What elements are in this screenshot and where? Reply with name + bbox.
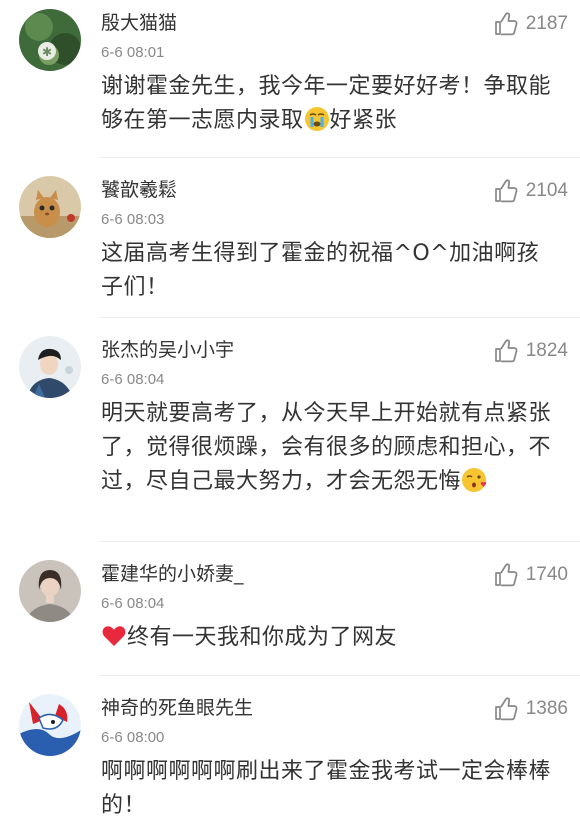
like-count: 2187 [525,13,568,34]
timestamp: 6-6 08:04 [101,595,165,612]
comment-text-part: 终有一天我和你成为了网友 [127,625,398,650]
username[interactable]: 神奇的死鱼眼先生 [101,695,253,721]
red-heart-emoji [102,626,126,646]
comment-text: 明天就要高考了，从今天早上开始就有点紧张了，觉得很烦躁，会有很多的顾虑和担心，不… [101,397,556,499]
comment-item: 张杰的吴小小宇 6-6 08:04 1824 明天就要高考了，从今天早上开始就有… [0,327,580,542]
avatar[interactable]: ✱ [19,9,81,71]
username[interactable]: 张杰的吴小小宇 [101,337,234,363]
like-button[interactable]: 2187 [493,10,568,38]
timestamp: 6-6 08:01 [101,44,165,61]
comment-text: 谢谢霍金先生，我今年一定要好好考！争取能够在第一志愿内录取 好紧张 [101,70,556,138]
username[interactable]: 殷大猫猫 [101,10,177,36]
thumbs-up-icon [494,697,518,721]
crying-face-emoji [304,107,329,131]
comment-text: 这届高考生得到了霍金的祝福^O^加油啊孩子们！ [101,237,556,305]
comment-text-part: 好紧张 [329,108,398,133]
like-button[interactable]: 2104 [493,177,568,205]
divider [100,317,580,318]
comment-item: 神奇的死鱼眼先生 6-6 08:00 1386 啊啊啊啊啊啊刷出来了霍金我考试一… [0,685,580,819]
avatar[interactable] [19,336,81,398]
comment-text: 终有一天我和你成为了网友 [101,621,556,655]
comment-item: ✱ 殷大猫猫 6-6 08:01 2187 谢谢霍金先生，我今年一定要好好考！争… [0,0,580,158]
like-button[interactable]: 1386 [493,695,568,723]
avatar-image-cat [19,176,81,238]
timestamp: 6-6 08:04 [101,371,165,388]
like-count: 1824 [525,340,568,361]
avatar-image-person [19,336,81,398]
avatar[interactable] [19,694,81,756]
timestamp: 6-6 08:00 [101,729,165,746]
kissing-face-emoji [462,468,487,492]
svg-text:✱: ✱ [42,45,52,59]
like-count: 1386 [525,698,568,719]
thumbs-up-icon [494,339,518,363]
comment-item: 饕歆羲鬆 6-6 08:03 2104 这届高考生得到了霍金的祝福^O^加油啊孩… [0,167,580,318]
thumbs-up-icon [494,563,518,587]
username[interactable]: 霍建华的小娇妻_ [101,561,244,587]
avatar[interactable] [19,560,81,622]
avatar[interactable] [19,176,81,238]
avatar-image-plant: ✱ [19,9,81,71]
like-count: 1740 [525,564,568,585]
thumbs-up-icon [494,179,518,203]
divider [100,157,580,158]
avatar-image-illustration [19,694,81,756]
comment-feed: ✱ 殷大猫猫 6-6 08:01 2187 谢谢霍金先生，我今年一定要好好考！争… [0,0,580,819]
like-button[interactable]: 1824 [493,337,568,365]
thumbs-up-icon [494,12,518,36]
comment-text-part: 这届高考生得到了霍金的祝福^O^加油啊孩子们！ [101,241,540,300]
divider [100,541,580,542]
divider [100,675,580,676]
comment-text-part: 啊啊啊啊啊啊刷出来了霍金我考试一定会棒棒的！ [101,759,552,818]
comment-text: 啊啊啊啊啊啊刷出来了霍金我考试一定会棒棒的！ [101,755,556,823]
avatar-image-woman [19,560,81,622]
comment-item: 霍建华的小娇妻_ 6-6 08:04 1740 终有一天我和你成为了网友 [0,551,580,676]
like-count: 2104 [525,180,568,201]
timestamp: 6-6 08:03 [101,211,165,228]
like-button[interactable]: 1740 [493,561,568,589]
username[interactable]: 饕歆羲鬆 [101,177,177,203]
